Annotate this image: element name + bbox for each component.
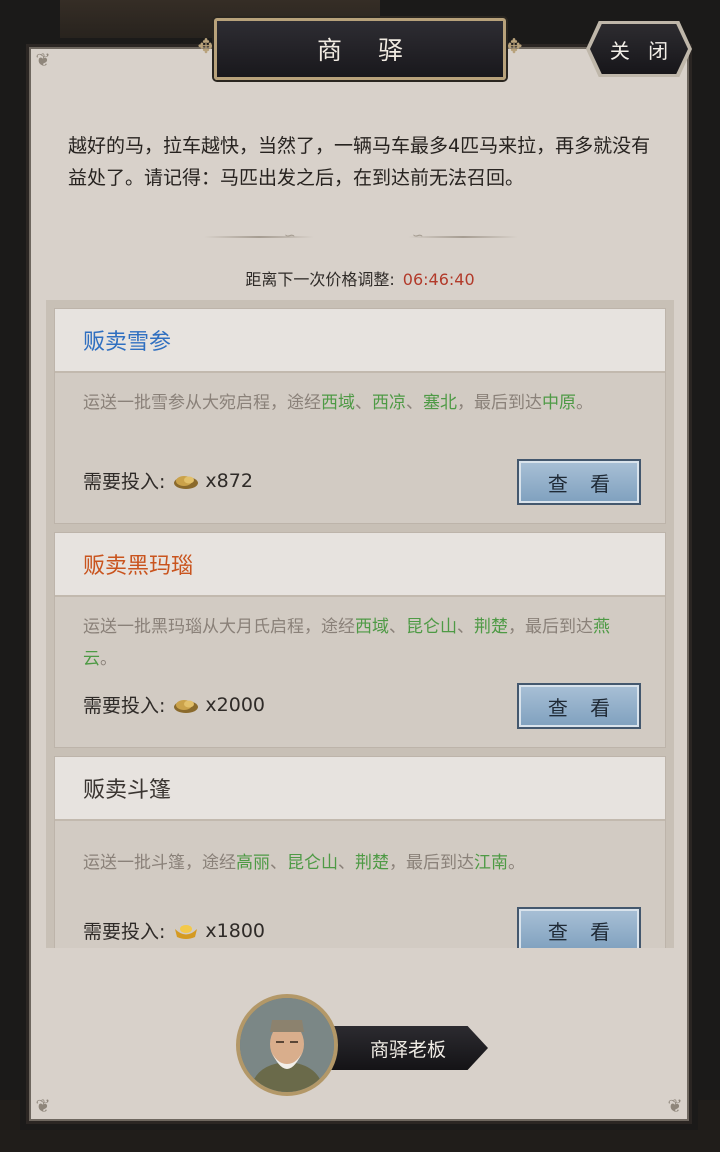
gold-ingot-icon xyxy=(175,924,198,939)
route-place-name: 江南 xyxy=(474,853,508,873)
route-place-name: 昆仑山 xyxy=(406,617,457,637)
route-text: 。 xyxy=(508,853,525,873)
route-place-name: 中原 xyxy=(542,393,576,413)
view-button-label: 查 看 xyxy=(547,471,619,496)
old-merchant-portrait-icon xyxy=(240,998,334,1092)
route-text: 、 xyxy=(338,853,355,873)
route-text: 、 xyxy=(457,617,474,637)
cost-label: 需要投入: xyxy=(83,471,166,493)
route-place-name: 西凉 xyxy=(372,393,406,413)
divider-right xyxy=(408,236,518,238)
divider-left xyxy=(204,236,314,238)
trade-card-title: 贩卖雪参 xyxy=(83,330,172,355)
route-place-name: 塞北 xyxy=(423,393,457,413)
route-text: ，最后到达 xyxy=(508,617,593,637)
trade-card-title: 贩卖斗篷 xyxy=(83,778,172,803)
trade-card-cost: 需要投入: x2000 xyxy=(83,691,265,718)
trade-card-cost: 需要投入: x1800 xyxy=(83,917,265,944)
trade-card: 贩卖斗篷 运送一批斗篷，途经高丽、昆仑山、荆楚，最后到达江南。 需要投入: x1… xyxy=(54,756,666,948)
gold-nugget-icon xyxy=(174,475,199,489)
description-text: 越好的马，拉车越快，当然了，一辆马车最多4匹马来拉，再多就没有益处了。请记得：马… xyxy=(68,135,651,189)
trade-card-header: 贩卖黑玛瑙 xyxy=(55,533,665,597)
route-text: 运送一批雪参从大宛启程，途经 xyxy=(83,393,321,413)
route-text: 、 xyxy=(355,393,372,413)
cost-value: x1800 xyxy=(205,919,266,942)
trade-card-header: 贩卖雪参 xyxy=(55,309,665,373)
trade-card-header: 贩卖斗篷 xyxy=(55,757,665,821)
countdown-time: 06:46:40 xyxy=(402,270,475,289)
title-plate: 商 驿 xyxy=(214,18,506,80)
price-countdown: 距离下一次价格调整: 06:46:40 xyxy=(0,266,720,290)
countdown-label: 距离下一次价格调整: xyxy=(245,270,395,289)
route-text: 、 xyxy=(389,617,406,637)
route-place-name: 荆楚 xyxy=(355,853,389,873)
trade-card-cost: 需要投入: x872 xyxy=(83,467,253,494)
route-text: 运送一批斗篷，途经 xyxy=(83,853,236,873)
route-text: 、 xyxy=(270,853,287,873)
route-text: 、 xyxy=(406,393,423,413)
trade-route-list[interactable]: 贩卖雪参 运送一批雪参从大宛启程，途经西域、西凉、塞北，最后到达中原。 需要投入… xyxy=(46,300,674,948)
route-place-name: 荆楚 xyxy=(474,617,508,637)
view-button[interactable]: 查 看 xyxy=(517,907,641,948)
route-text: ，最后到达 xyxy=(389,853,474,873)
trade-card-route: 运送一批斗篷，途经高丽、昆仑山、荆楚，最后到达江南。 xyxy=(55,821,665,879)
view-button[interactable]: 查 看 xyxy=(517,683,641,729)
route-text: 。 xyxy=(100,649,117,669)
corner-ornament-icon: ❦ xyxy=(35,1096,51,1117)
view-button-label: 查 看 xyxy=(547,695,619,720)
trade-card-route: 运送一批黑玛瑙从大月氏启程，途经西域、昆仑山、荆楚，最后到达燕云。 xyxy=(55,597,665,675)
cost-label: 需要投入: xyxy=(83,695,166,717)
corner-ornament-icon: ❦ xyxy=(35,50,51,71)
npc-name: 商驿老板 xyxy=(369,1038,446,1061)
trade-card: 贩卖雪参 运送一批雪参从大宛启程，途经西域、西凉、塞北，最后到达中原。 需要投入… xyxy=(54,308,666,524)
trade-card-title: 贩卖黑玛瑙 xyxy=(83,554,194,579)
cost-value: x2000 xyxy=(205,693,266,716)
view-button-label: 查 看 xyxy=(547,919,619,944)
gold-nugget-icon xyxy=(174,699,199,713)
corner-ornament-icon: ❦ xyxy=(667,1096,683,1117)
trade-card: 贩卖黑玛瑙 运送一批黑玛瑙从大月氏启程，途经西域、昆仑山、荆楚，最后到达燕云。 … xyxy=(54,532,666,748)
route-text: 。 xyxy=(576,393,593,413)
route-place-name: 高丽 xyxy=(236,853,270,873)
trade-card-route: 运送一批雪参从大宛启程，途经西域、西凉、塞北，最后到达中原。 xyxy=(55,373,665,419)
close-button[interactable]: 关 闭 xyxy=(590,24,688,74)
route-place-name: 西域 xyxy=(355,617,389,637)
route-place-name: 昆仑山 xyxy=(287,853,338,873)
page-title: 商 驿 xyxy=(317,36,417,65)
cost-label: 需要投入: xyxy=(83,921,166,943)
route-text: 运送一批黑玛瑙从大月氏启程，途经 xyxy=(83,617,355,637)
npc-name-tag: 商驿老板 xyxy=(318,1026,488,1070)
route-text: ，最后到达 xyxy=(457,393,542,413)
route-place-name: 西域 xyxy=(321,393,355,413)
cost-value: x872 xyxy=(205,469,253,492)
view-button[interactable]: 查 看 xyxy=(517,459,641,505)
divider-ornament-icon: ∽ xyxy=(284,228,296,244)
close-button-label: 关 闭 xyxy=(609,38,675,63)
npc-avatar[interactable] xyxy=(236,994,338,1096)
